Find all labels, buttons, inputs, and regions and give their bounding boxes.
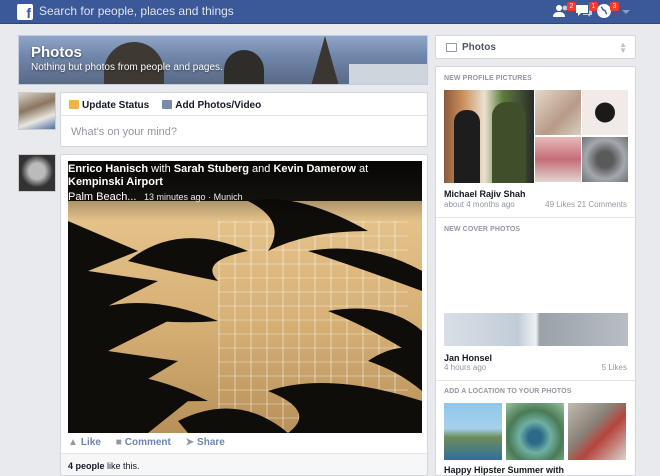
update-status-tab[interactable]: Update Status bbox=[69, 100, 149, 111]
page-title: Photos bbox=[31, 44, 82, 61]
person-silhouette bbox=[492, 102, 526, 183]
comment-icon: ■ bbox=[115, 437, 122, 448]
post-photo[interactable]: Enrico Hanisch with Sarah Stuberg and Ke… bbox=[68, 161, 422, 433]
section-divider bbox=[436, 217, 635, 218]
my-avatar[interactable] bbox=[18, 92, 56, 130]
person-silhouette bbox=[454, 110, 480, 183]
photos-sidebar: NEW PROFILE PICTURES Michael Rajiv Shah … bbox=[435, 66, 636, 476]
cover-time: 4 hours ago bbox=[444, 363, 487, 372]
share-arrow-icon: ➤ bbox=[185, 437, 195, 448]
notifications-badge: 3 bbox=[610, 2, 619, 11]
post-header: Enrico Hanisch with Sarah Stuberg and Ke… bbox=[68, 163, 408, 189]
place-subline: Palm Beach... bbox=[68, 191, 137, 203]
location-caption[interactable]: Happy Hipster Summer with bbox=[444, 465, 564, 475]
messages-icon[interactable]: 1 bbox=[575, 2, 598, 20]
author-link[interactable]: Enrico Hanisch bbox=[68, 163, 148, 175]
post-author-avatar[interactable] bbox=[18, 154, 56, 192]
post-meta: Palm Beach... 13 minutes ago · Munich bbox=[68, 191, 243, 203]
add-photo-label: Add Photos/Video bbox=[175, 100, 262, 111]
post-timestamp[interactable]: 13 minutes ago bbox=[144, 192, 206, 202]
profile-picture-thumb[interactable] bbox=[582, 90, 628, 135]
like-label: Like bbox=[80, 437, 101, 448]
tagged-user-link[interactable]: Kevin Damerow bbox=[273, 163, 356, 175]
comment-label: Comment bbox=[124, 437, 171, 448]
sort-arrows-icon: ▲ ▼ bbox=[619, 40, 627, 55]
composer-tabs: Update Status Add Photos/Video bbox=[61, 93, 427, 116]
cover-image-spire bbox=[311, 36, 339, 84]
new-profile-pictures-title: NEW PROFILE PICTURES bbox=[444, 75, 532, 82]
profile-time: about 4 months ago bbox=[444, 200, 515, 209]
meta-separator: · bbox=[208, 192, 212, 202]
cover-user-link[interactable]: Jan Honsel bbox=[444, 353, 492, 363]
likes-summary: 4 people like this. bbox=[61, 453, 427, 475]
profile-picture-thumb[interactable] bbox=[582, 137, 628, 182]
top-navigation-bar: f Search for people, places and things 2… bbox=[0, 0, 660, 24]
tagged-user-link[interactable]: Sarah Stuberg bbox=[174, 163, 249, 175]
share-label: Share bbox=[197, 437, 225, 448]
share-button[interactable]: ➤ Share bbox=[186, 437, 225, 448]
facebook-logo-icon[interactable]: f bbox=[17, 4, 33, 21]
and-text: and bbox=[252, 163, 271, 175]
camera-icon bbox=[162, 100, 173, 109]
location-photo-thumb[interactable] bbox=[444, 403, 502, 460]
location-photo-thumb[interactable] bbox=[568, 403, 626, 460]
profile-picture-large[interactable] bbox=[444, 90, 534, 183]
notifications-globe-icon[interactable]: 3 bbox=[596, 2, 619, 20]
at-text: at bbox=[359, 163, 369, 175]
cover-image-building bbox=[349, 64, 427, 84]
likes-suffix: like this. bbox=[107, 461, 140, 471]
profile-picture-thumb[interactable] bbox=[535, 137, 581, 182]
pencil-icon bbox=[69, 100, 79, 109]
post-city[interactable]: Munich bbox=[214, 192, 243, 202]
place-link[interactable]: Kempinski Airport bbox=[68, 176, 163, 188]
profile-stats[interactable]: 49 Likes 21 Comments bbox=[545, 200, 627, 209]
page-subtitle: Nothing but photos from people and pages… bbox=[31, 62, 223, 73]
photos-cover-banner: Photos Nothing but photos from people an… bbox=[18, 35, 428, 85]
add-location-title: ADD A LOCATION TO YOUR PHOTOS bbox=[444, 388, 572, 395]
settings-dropdown-icon[interactable] bbox=[622, 10, 630, 14]
profile-picture-thumb[interactable] bbox=[535, 90, 581, 135]
section-divider bbox=[436, 380, 635, 381]
status-input[interactable]: What's on your mind? bbox=[61, 116, 427, 138]
cover-photo-thumb[interactable] bbox=[444, 313, 628, 346]
comment-button[interactable]: ■ Comment bbox=[116, 437, 171, 448]
location-photo-thumb[interactable] bbox=[506, 403, 564, 460]
update-status-label: Update Status bbox=[82, 100, 150, 111]
photos-icon bbox=[446, 43, 457, 52]
photo-post: Enrico Hanisch with Sarah Stuberg and Ke… bbox=[60, 154, 428, 476]
friend-requests-icon[interactable]: 2 bbox=[553, 2, 576, 20]
profile-user-link[interactable]: Michael Rajiv Shah bbox=[444, 189, 526, 199]
post-actions: ▲ Like ■ Comment ➤ Share bbox=[68, 437, 237, 453]
likes-count-link[interactable]: 4 people bbox=[68, 461, 105, 471]
filter-label: Photos bbox=[462, 42, 496, 53]
cover-likes[interactable]: 5 Likes bbox=[602, 363, 627, 372]
thumbs-up-icon: ▲ bbox=[68, 437, 78, 448]
with-text: with bbox=[151, 163, 171, 175]
cover-image-dome-small bbox=[224, 50, 264, 84]
status-composer: Update Status Add Photos/Video What's on… bbox=[60, 92, 428, 147]
logo-letter: f bbox=[26, 5, 31, 21]
new-cover-photos-title: NEW COVER PHOTOS bbox=[444, 226, 521, 233]
like-button[interactable]: ▲ Like bbox=[68, 437, 101, 448]
add-photo-tab[interactable]: Add Photos/Video bbox=[162, 100, 261, 111]
search-input[interactable]: Search for people, places and things bbox=[39, 4, 234, 18]
photos-filter-dropdown[interactable]: Photos ▲ ▼ bbox=[435, 35, 636, 59]
